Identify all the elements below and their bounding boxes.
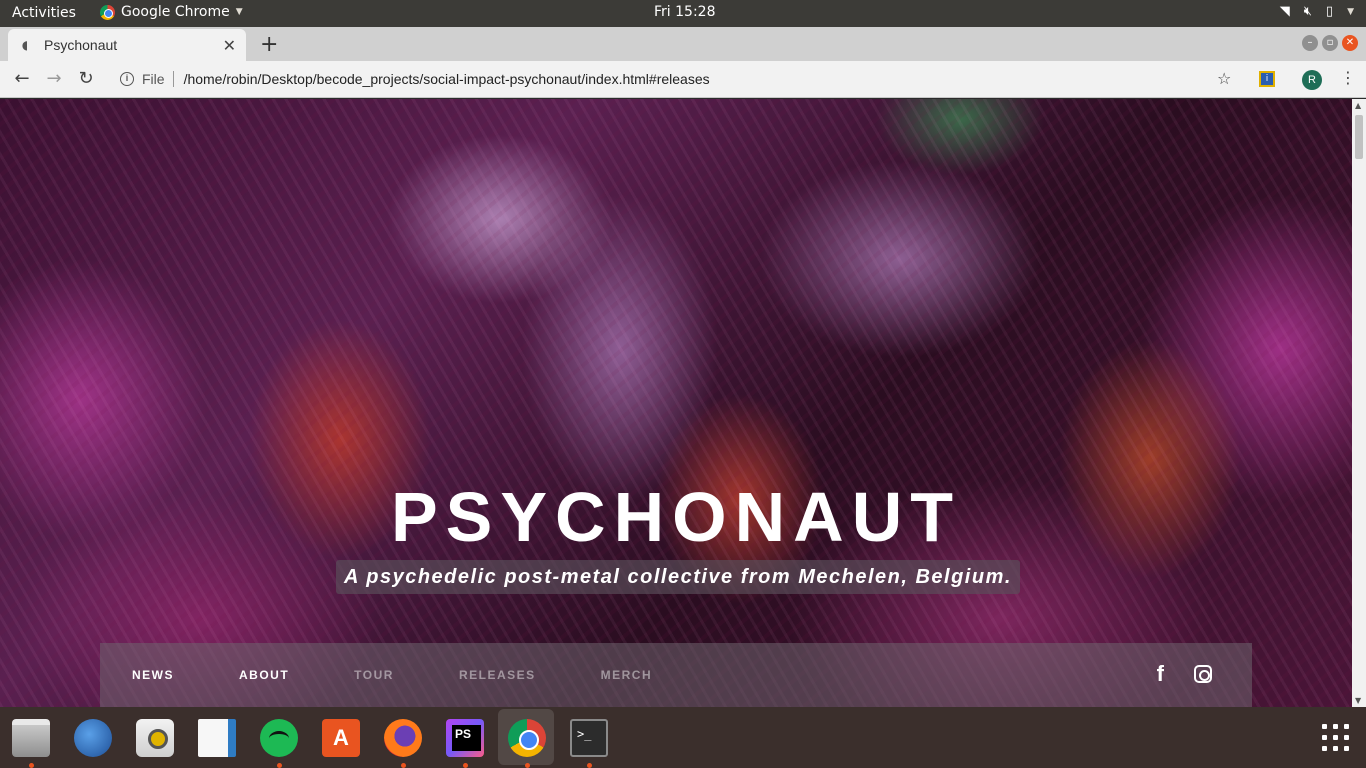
scrollbar-thumb[interactable] (1355, 115, 1363, 159)
close-tab-icon[interactable]: ✕ (223, 36, 236, 55)
files-icon[interactable] (12, 719, 50, 757)
address-bar[interactable]: i File /home/robin/Desktop/becode_projec… (112, 66, 1252, 92)
tab-psychonaut[interactable]: ◖ Psychonaut ✕ (8, 29, 246, 61)
volume-muted-icon: 🔇︎ (1303, 4, 1312, 19)
page-scrollbar[interactable]: ▲ ▼ (1352, 99, 1366, 707)
browser-toolbar: ← → ↻ i File /home/robin/Desktop/becode_… (0, 61, 1366, 98)
spotify-icon[interactable] (260, 719, 298, 757)
site-navigation: NEWS ABOUT TOUR RELEASES MERCH f (100, 643, 1252, 707)
firefox-icon[interactable] (384, 719, 422, 757)
app-menu[interactable]: Google Chrome ▼ (100, 4, 243, 20)
page-viewport: PSYCHONAUT A psychedelic post-metal coll… (0, 99, 1352, 707)
nav-news[interactable]: NEWS (132, 668, 174, 682)
battery-icon: ▯ (1325, 4, 1334, 19)
running-indicator (587, 763, 592, 768)
extension-icon[interactable]: i (1259, 71, 1275, 87)
bookmark-star-icon[interactable]: ☆ (1217, 69, 1231, 88)
app-menu-label: Google Chrome (121, 4, 230, 20)
activities-button[interactable]: Activities (12, 5, 76, 21)
thunderbird-icon[interactable] (74, 719, 112, 757)
wifi-icon: ◥ (1279, 4, 1290, 19)
window-controls: – ▫ ✕ (1302, 35, 1358, 51)
scroll-down-icon[interactable]: ▼ (1355, 696, 1361, 705)
minimize-icon[interactable]: – (1302, 35, 1318, 51)
clock[interactable]: Fri 15:28 (654, 4, 715, 20)
forward-arrow-icon[interactable]: → (43, 68, 65, 89)
running-indicator (277, 763, 282, 768)
maximize-icon[interactable]: ▫ (1322, 35, 1338, 51)
show-applications-icon[interactable] (1322, 724, 1350, 752)
nav-about[interactable]: ABOUT (239, 668, 289, 682)
caret-down-icon: ▼ (235, 7, 243, 17)
tagline: A psychedelic post-metal collective from… (336, 560, 1020, 594)
running-indicator (463, 763, 468, 768)
hero-texture (0, 99, 1352, 707)
caret-down-icon: ▼ (1347, 6, 1354, 17)
facebook-icon[interactable]: f (1157, 661, 1164, 687)
tab-strip: ◖ Psychonaut ✕ + – ▫ ✕ (0, 27, 1366, 61)
instagram-icon[interactable] (1194, 665, 1212, 683)
nav-releases[interactable]: RELEASES (459, 668, 536, 682)
scheme-label: File (142, 71, 165, 87)
running-indicator (525, 763, 530, 768)
new-tab-button[interactable]: + (260, 32, 278, 57)
band-title: PSYCHONAUT (390, 478, 962, 556)
ubuntu-software-icon[interactable]: A (322, 719, 360, 757)
rhythmbox-icon[interactable] (136, 719, 174, 757)
libreoffice-writer-icon[interactable] (198, 719, 236, 757)
terminal-icon[interactable]: >_ (570, 719, 608, 757)
nav-links: NEWS ABOUT TOUR RELEASES MERCH (132, 668, 717, 682)
more-menu-icon[interactable]: ⋮ (1340, 68, 1356, 87)
url-text[interactable]: /home/robin/Desktop/becode_projects/soci… (184, 71, 710, 87)
dock: A >_ (0, 707, 1366, 768)
close-window-icon[interactable]: ✕ (1342, 35, 1358, 51)
system-tray[interactable]: ◥ 🔇︎ ▯ ▼ (1280, 4, 1354, 19)
back-arrow-icon[interactable]: ← (11, 68, 33, 89)
phpstorm-icon[interactable] (446, 719, 484, 757)
tab-title: Psychonaut (44, 37, 118, 53)
nav-merch[interactable]: MERCH (601, 668, 653, 682)
scroll-up-icon[interactable]: ▲ (1355, 101, 1361, 110)
social-links: f (1157, 661, 1212, 687)
chrome-icon[interactable] (508, 719, 546, 757)
gnome-top-bar: Activities Google Chrome ▼ Fri 15:28 ◥ 🔇… (0, 0, 1366, 27)
info-icon[interactable]: i (120, 72, 134, 86)
running-indicator (401, 763, 406, 768)
reload-icon[interactable]: ↻ (75, 68, 97, 89)
running-indicator (29, 763, 34, 768)
nav-tour[interactable]: TOUR (354, 668, 394, 682)
profile-avatar[interactable]: R (1302, 70, 1322, 90)
divider (172, 71, 174, 87)
chrome-icon (100, 4, 115, 20)
page-favicon-icon: ◖ (21, 38, 29, 52)
